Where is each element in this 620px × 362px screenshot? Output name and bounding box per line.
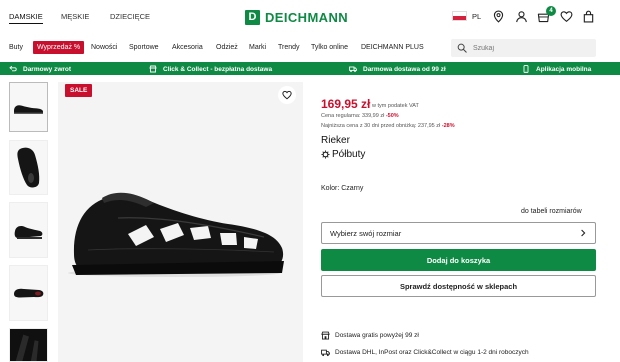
shoe-thumbnail-image bbox=[14, 226, 43, 239]
nav-item-sale[interactable]: Wyprzedaż % bbox=[33, 41, 85, 54]
shoe-thumbnail-image bbox=[14, 105, 43, 114]
shoe-main-image bbox=[68, 192, 284, 277]
logo-mark: D bbox=[245, 9, 260, 25]
promo-label: Darmowy zwrot bbox=[23, 65, 72, 73]
vat-note: w tym podatek VAT bbox=[372, 103, 419, 109]
search-box bbox=[451, 39, 596, 57]
product-type: Półbuty bbox=[321, 149, 365, 160]
product-price: 169,95 zł bbox=[321, 97, 371, 111]
nav-item-shoes[interactable]: Buty bbox=[9, 44, 23, 51]
shipping-free-delivery-label: Dostawa gratis powyżej 99 zł bbox=[335, 332, 419, 339]
thumbnail-side-view[interactable] bbox=[9, 82, 48, 132]
regular-discount: -50% bbox=[385, 113, 399, 119]
shipping-carriers-label: Dostawa DHL, InPost oraz Click&Collect w… bbox=[335, 349, 529, 356]
language-label: PL bbox=[472, 11, 482, 21]
gender-tab-men[interactable]: MĘSKIE bbox=[61, 12, 89, 21]
thumbnail-top-view[interactable] bbox=[9, 140, 48, 195]
check-store-availability-button[interactable]: Sprawdź dostępność w sklepach bbox=[321, 275, 596, 297]
product-brand[interactable]: Rieker bbox=[321, 135, 350, 146]
promo-click-collect[interactable]: Click & Collect - bezpłatna dostawa bbox=[149, 65, 272, 73]
wishlist-icon[interactable] bbox=[560, 10, 573, 23]
thumbnail-angled-view[interactable] bbox=[9, 202, 48, 258]
bag-icon[interactable] bbox=[582, 10, 595, 23]
deichmann-logo[interactable]: D DEICHMANN bbox=[245, 8, 348, 26]
add-to-wishlist-button[interactable] bbox=[278, 86, 296, 104]
promo-bar: Darmowy zwrot Click & Collect - bezpłatn… bbox=[0, 62, 620, 75]
shoe-thumbnail-image bbox=[10, 329, 47, 361]
color-info: Kolor: Czarny bbox=[321, 185, 364, 192]
top-header: DAMSKIE MĘSKIE DZIECIĘCE D DEICHMANN PL … bbox=[0, 0, 620, 36]
language-selector[interactable]: PL bbox=[452, 11, 481, 21]
size-selector-label: Wybierz swój rozmiar bbox=[330, 229, 402, 238]
product-type-label: Półbuty bbox=[332, 149, 366, 160]
nav-item-brands[interactable]: Marki bbox=[249, 44, 266, 51]
poland-flag-icon bbox=[452, 11, 467, 21]
size-selector[interactable]: Wybierz swój rozmiar bbox=[321, 222, 596, 244]
promo-free-return[interactable]: Darmowy zwrot bbox=[9, 65, 71, 73]
truck-icon bbox=[349, 66, 357, 73]
lowest-price-label: Najniższa cena z 30 dni przed obniżką: 2… bbox=[321, 123, 441, 129]
store-locator-icon[interactable] bbox=[492, 10, 505, 23]
nav-item-accessories[interactable]: Akcesoria bbox=[172, 44, 203, 51]
heart-icon bbox=[282, 90, 292, 100]
sale-badge: SALE bbox=[65, 84, 93, 97]
add-to-cart-button[interactable]: Dodaj do koszyka bbox=[321, 249, 596, 271]
thumbnail-sole-view[interactable] bbox=[9, 265, 48, 321]
promo-free-delivery[interactable]: Darmowa dostawa od 99 zł bbox=[349, 65, 446, 73]
logo-wordmark: DEICHMANN bbox=[265, 9, 349, 25]
store-icon bbox=[149, 65, 157, 73]
nav-item-deichmann-plus[interactable]: DEICHMANN PLUS bbox=[361, 44, 424, 51]
search-input[interactable] bbox=[473, 39, 588, 57]
promo-mobile-app[interactable]: Aplikacja mobilna bbox=[522, 65, 591, 73]
phone-icon bbox=[523, 65, 529, 73]
search-icon[interactable] bbox=[457, 43, 467, 53]
gear-icon bbox=[321, 150, 330, 159]
nav-item-trends[interactable]: Trendy bbox=[278, 44, 300, 51]
main-navigation: Buty Wyprzedaż % Nowości Sportowe Akceso… bbox=[0, 38, 620, 58]
shoe-thumbnail-image bbox=[14, 288, 44, 298]
nav-item-online-only[interactable]: Tylko online bbox=[311, 44, 348, 51]
return-icon bbox=[9, 65, 17, 72]
product-main-image[interactable] bbox=[58, 82, 303, 362]
gender-tab-kids[interactable]: DZIECIĘCE bbox=[110, 12, 150, 21]
promo-label: Darmowa dostawa od 99 zł bbox=[363, 65, 446, 73]
size-table-link[interactable]: do tabeli rozmiarów bbox=[521, 208, 582, 215]
shipping-carriers: Dostawa DHL, InPost oraz Click&Collect w… bbox=[321, 348, 529, 357]
lowest-discount: -28% bbox=[441, 123, 455, 129]
nav-item-sport[interactable]: Sportowe bbox=[129, 44, 159, 51]
shoe-thumbnail-image bbox=[17, 147, 40, 188]
nav-item-new[interactable]: Nowości bbox=[91, 44, 117, 51]
promo-label: Click & Collect - bezpłatna dostawa bbox=[163, 65, 273, 73]
chevron-right-icon bbox=[581, 229, 586, 237]
lowest-price-line: Najniższa cena z 30 dni przed obniżką: 2… bbox=[321, 123, 455, 129]
regular-price-line: Cena regularna: 339,99 zł -50% bbox=[321, 113, 399, 119]
cart-count-badge: 4 bbox=[546, 6, 556, 16]
truck-icon bbox=[321, 349, 330, 357]
regular-price-label: Cena regularna: 339,99 zł bbox=[321, 113, 385, 119]
promo-label: Aplikacja mobilna bbox=[536, 65, 592, 73]
account-icon[interactable] bbox=[515, 10, 528, 23]
shipping-free-delivery: Dostawa gratis powyżej 99 zł bbox=[321, 331, 419, 340]
gender-tab-women[interactable]: DAMSKIE bbox=[9, 12, 43, 24]
nav-item-clothing[interactable]: Odzież bbox=[216, 44, 238, 51]
thumbnail-detail-view[interactable] bbox=[9, 328, 48, 362]
store-icon bbox=[321, 331, 330, 340]
